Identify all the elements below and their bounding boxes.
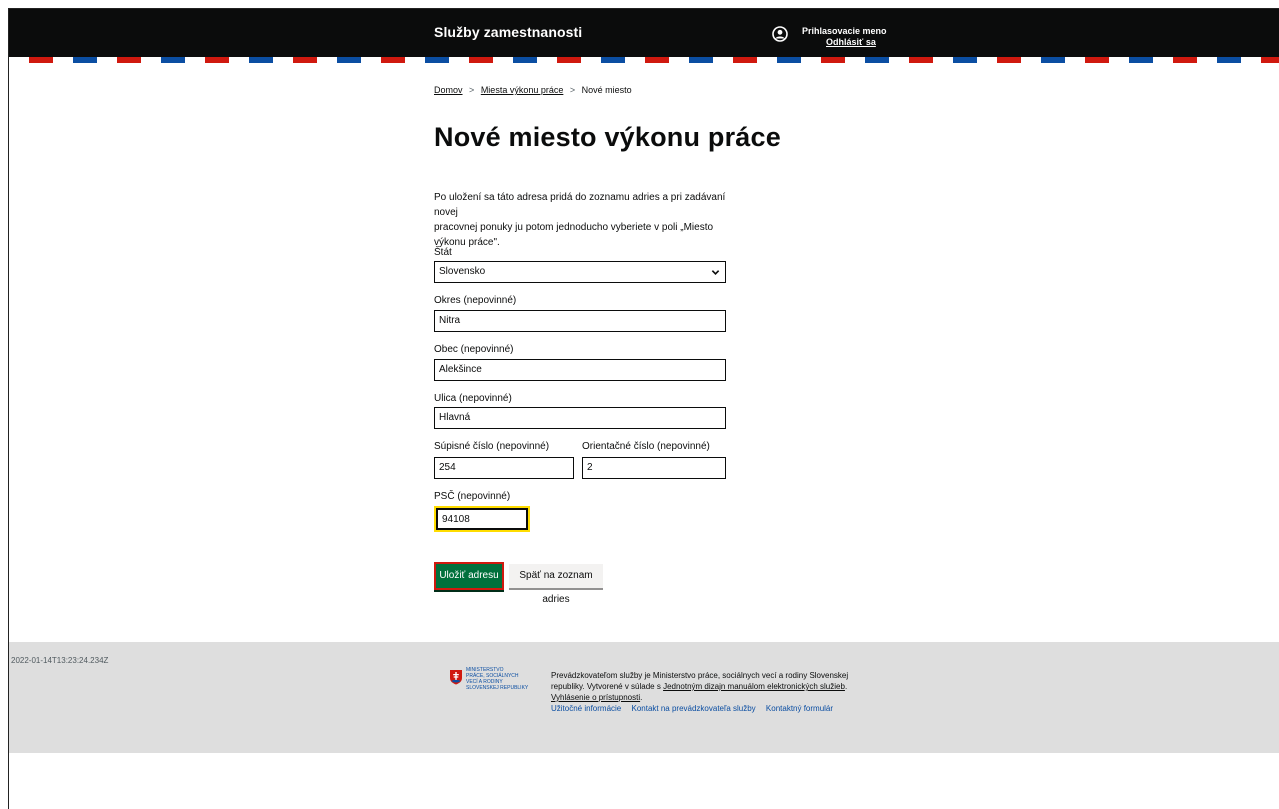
footer-link-contact-form[interactable]: Kontaktný formulár (766, 704, 833, 713)
flag-stripe (9, 57, 1279, 63)
ministry-logo-text: Ministerstvo práce, sociálnych vecí a ro… (466, 667, 528, 691)
district-label: Okres (nepovinné) (434, 295, 517, 306)
accessibility-statement-link[interactable]: Vyhlásenie o prístupnosti (551, 693, 640, 702)
site-footer: 2022-01-14T13:23:24.234Z Ministerstvo pr… (9, 642, 1279, 753)
chevron-down-icon (711, 270, 720, 275)
design-manual-link[interactable]: Jednotným dizajn manuálom elektronických… (663, 682, 845, 691)
footer-link-useful-info[interactable]: Užitočné informácie (551, 704, 621, 713)
breadcrumb-home[interactable]: Domov (434, 85, 463, 95)
build-timestamp: 2022-01-14T13:23:24.234Z (11, 656, 109, 665)
breadcrumb-separator: > (569, 85, 576, 95)
logout-link[interactable]: Odhlásiť sa (826, 37, 876, 47)
footer-text-part: . (640, 693, 643, 702)
brand-title[interactable]: Služby zamestnanosti (434, 24, 582, 40)
breadcrumb: Domov > Miesta výkonu práce > Nové miest… (434, 85, 632, 95)
ministry-logo[interactable]: Ministerstvo práce, sociálnych vecí a ro… (449, 667, 529, 701)
country-select-value: Slovensko (439, 266, 486, 277)
intro-text: Po uložení sa táto adresa pridá do zozna… (434, 190, 734, 250)
municipality-label: Obec (nepovinné) (434, 344, 514, 355)
intro-line-2: pracovnej ponuky ju potom jednoducho vyb… (434, 222, 714, 248)
country-label: Štát (434, 247, 452, 258)
back-to-list-button[interactable]: Späť na zoznam adries (509, 564, 603, 605)
footer-text-part: . (844, 682, 848, 691)
breadcrumb-current: Nové miesto (581, 85, 632, 95)
registry-number-input[interactable]: 254 (434, 457, 574, 479)
street-input[interactable]: Hlavná (434, 407, 726, 429)
footer-description: Prevádzkovateľom služby je Ministerstvo … (551, 670, 881, 703)
postal-code-label: PSČ (nepovinné) (434, 491, 511, 502)
intro-line-1: Po uložení sa táto adresa pridá do zozna… (434, 192, 726, 218)
logo-line-4: Slovenskej republiky (466, 685, 529, 691)
breadcrumb-separator: > (469, 85, 475, 95)
page-title: Nové miesto výkonu práce (434, 122, 781, 152)
footer-links: Užitočné informácie Kontakt na prevádzko… (551, 704, 841, 713)
orientation-number-input[interactable]: 2 (582, 457, 726, 479)
site-header: Služby zamestnanosti Prihlasovacie meno … (9, 9, 1279, 57)
postal-code-input[interactable]: 94108 (434, 506, 530, 532)
municipality-input[interactable]: Alekšince (434, 359, 726, 381)
page-frame: Služby zamestnanosti Prihlasovacie meno … (8, 8, 1279, 809)
user-name: Prihlasovacie meno (802, 26, 887, 36)
breadcrumb-workplaces[interactable]: Miesta výkonu práce (481, 85, 564, 95)
district-input[interactable]: Nitra (434, 310, 726, 332)
slovak-crest-icon (450, 670, 462, 685)
save-address-button[interactable]: Uložiť adresu (434, 562, 504, 590)
user-icon (772, 26, 788, 42)
orientation-number-label: Orientačné číslo (nepovinné) (582, 441, 710, 452)
footer-link-operator-contact[interactable]: Kontakt na prevádzkovateľa služby (631, 704, 755, 713)
street-label: Ulica (nepovinné) (434, 393, 512, 404)
country-select[interactable]: Slovensko (434, 261, 726, 283)
registry-number-label: Súpisné číslo (nepovinné) (434, 441, 550, 452)
